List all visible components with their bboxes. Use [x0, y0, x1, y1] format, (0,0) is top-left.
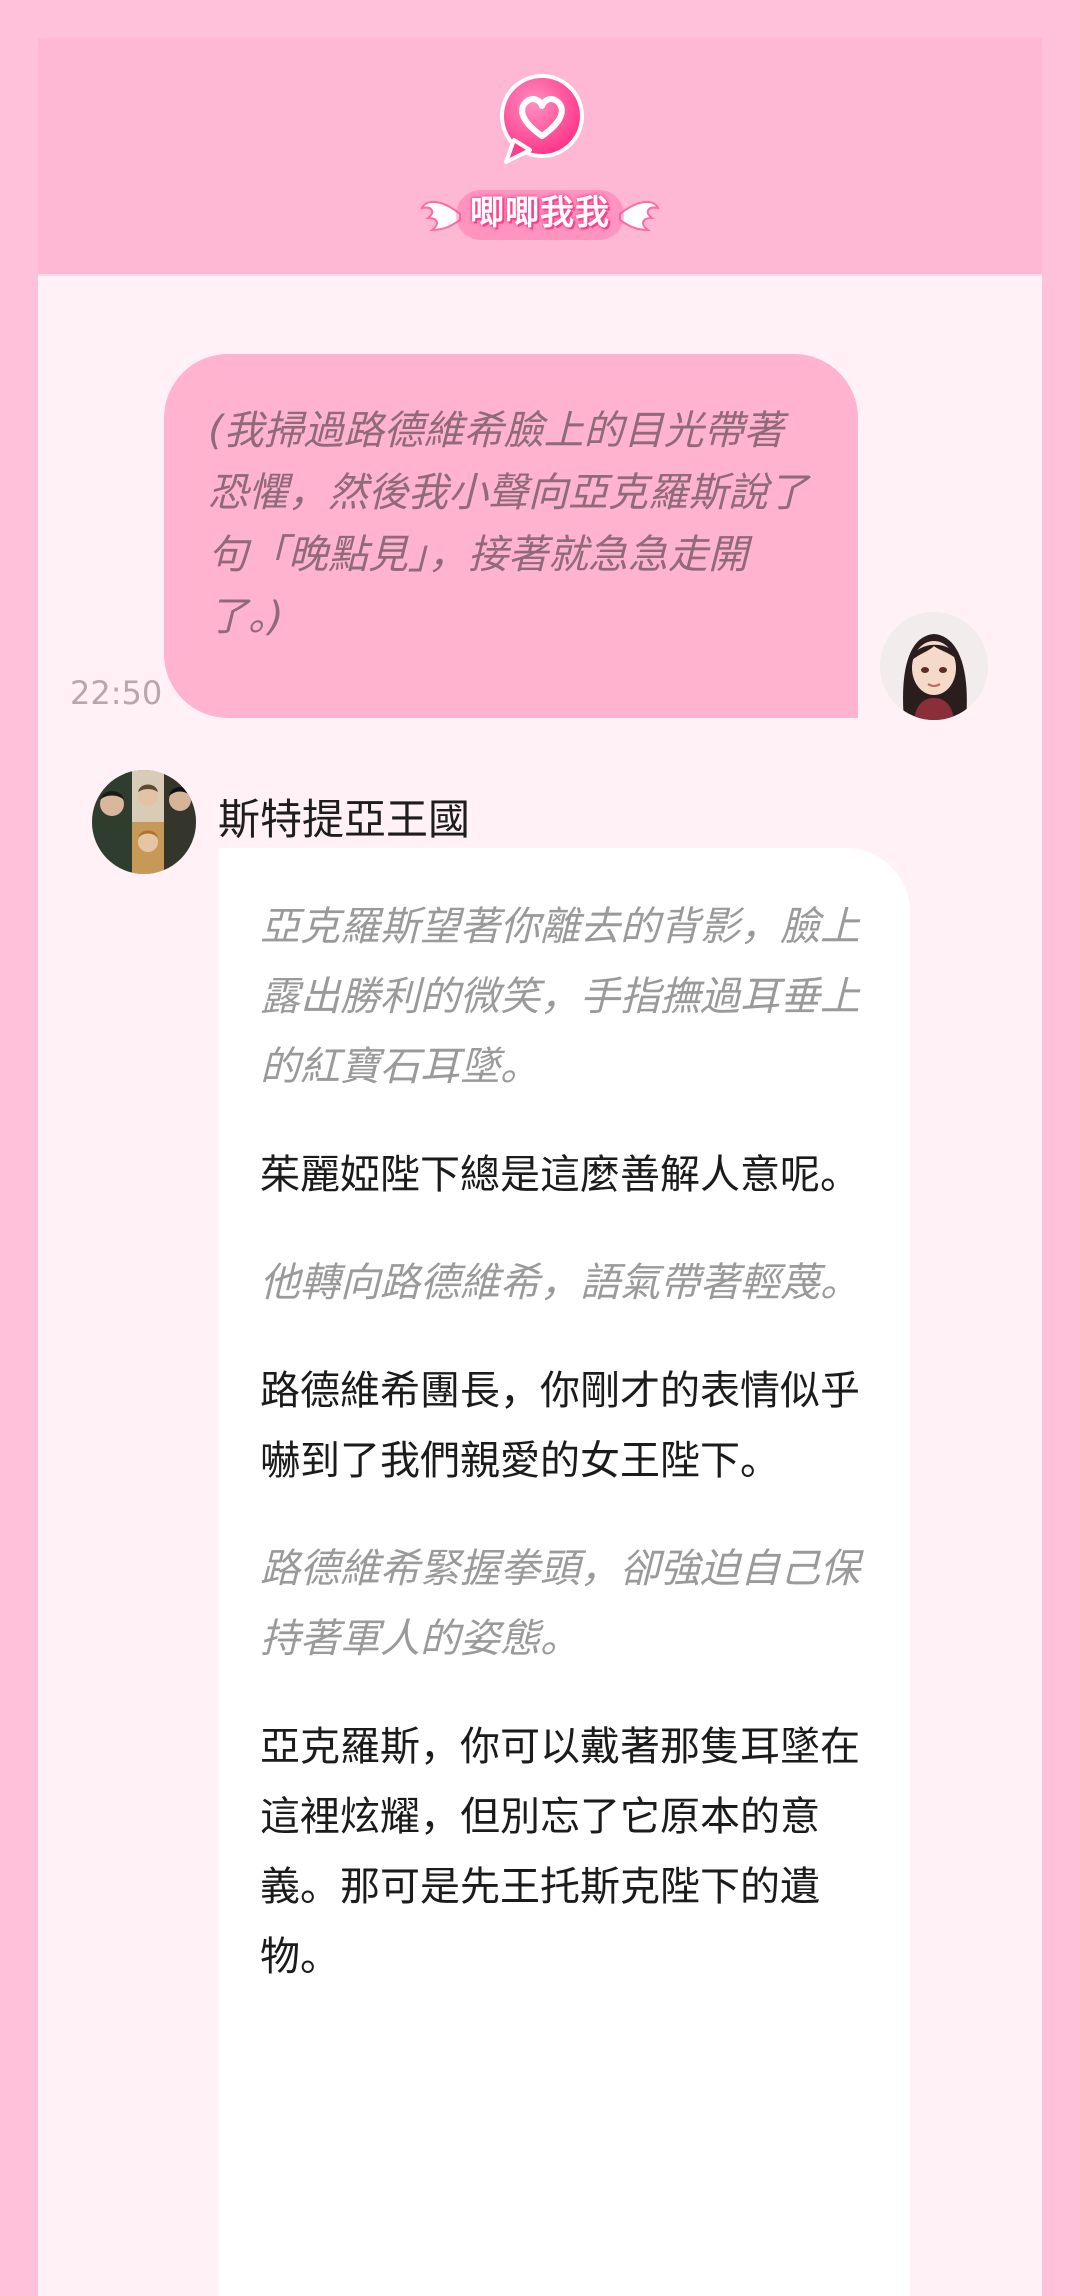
bot-message-bubble[interactable]: 亞克羅斯望著你離去的背影，臉上露出勝利的微笑，手指撫過耳垂上的紅寶石耳墜。 茱麗… — [218, 848, 910, 2296]
chat-screen: 唧唧我我 (我掃過路德維希臉上的目光帶著恐懼，然後我小聲向亞克羅斯說了句「晚點見… — [38, 38, 1042, 2296]
message-timestamp: 22:50 — [70, 674, 163, 712]
narration-paragraph: 路德維希緊握拳頭，卻強迫自己保持著軍人的姿態。 — [260, 1546, 860, 1662]
bot-name: 斯特提亞王國 — [218, 795, 471, 844]
app-header: 唧唧我我 — [38, 38, 1042, 276]
narration-paragraph: 亞克羅斯望著你離去的背影，臉上露出勝利的微笑，手指撫過耳垂上的紅寶石耳墜。 — [260, 904, 860, 1090]
dialogue-paragraph: 路德維希團長，你剛才的表情似乎嚇到了我們親愛的女王陛下。 — [260, 1368, 860, 1484]
user-message-bubble[interactable]: (我掃過路德維希臉上的目光帶著恐懼，然後我小聲向亞克羅斯說了句「晚點見」，接著就… — [164, 354, 858, 718]
heart-speech-bubble-icon — [500, 74, 584, 164]
dialogue-paragraph: 亞克羅斯，你可以戴著那隻耳墜在這裡炫耀，但別忘了它原本的意義。那可是先王托斯克陛… — [260, 1724, 860, 1980]
user-message-text: (我掃過路德維希臉上的目光帶著恐懼，然後我小聲向亞克羅斯說了句「晚點見」，接著就… — [208, 408, 808, 640]
group-portrait-avatar — [92, 770, 196, 874]
user-avatar[interactable] — [880, 612, 988, 720]
dialogue-paragraph: 茱麗婭陛下總是這麼善解人意呢。 — [260, 1152, 860, 1198]
app-logo-text: 唧唧我我 — [470, 193, 610, 233]
bot-avatar[interactable] — [92, 770, 196, 874]
narration-paragraph: 他轉向路德維希，語氣帶著輕蔑。 — [260, 1260, 860, 1306]
user-avatar-portrait — [880, 612, 988, 720]
